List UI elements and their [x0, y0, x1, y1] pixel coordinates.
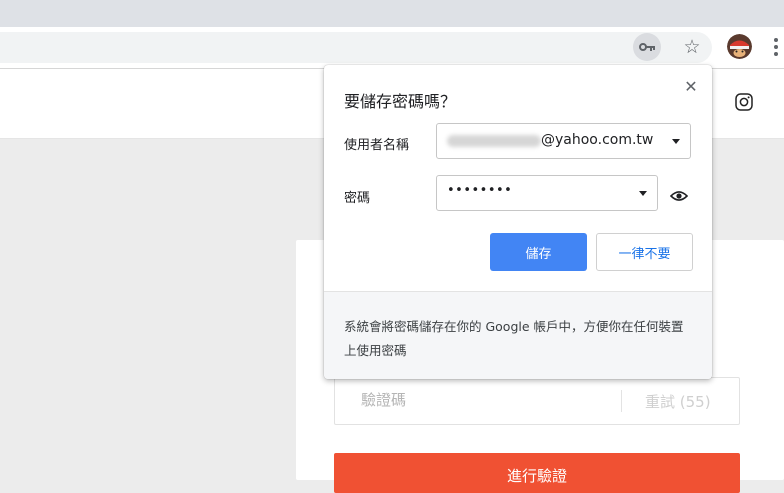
dialog-title: 要儲存密碼嗎？	[344, 92, 457, 111]
divider	[621, 390, 622, 412]
show-password-eye-icon[interactable]	[668, 185, 690, 207]
redacted-username	[447, 135, 541, 147]
footer-text: 系統會將密碼儲存在你的 Google 帳戶中，方便你在任何裝置上使用密碼	[344, 319, 684, 358]
retry-button[interactable]: 重試 (55)	[645, 391, 711, 412]
save-button[interactable]: 儲存	[490, 233, 587, 271]
save-password-dialog: 要儲存密碼嗎？ ✕ 使用者名稱 @yahoo.com.tw 密碼 •••••••…	[324, 65, 712, 379]
browser-toolbar: ☆	[0, 27, 784, 69]
never-button[interactable]: 一律不要	[596, 233, 693, 271]
chevron-down-icon	[639, 191, 647, 196]
username-label: 使用者名稱	[344, 138, 410, 153]
password-label: 密碼	[344, 191, 371, 206]
tab-strip	[0, 0, 784, 27]
address-bar[interactable]	[0, 32, 712, 63]
verify-button[interactable]: 進行驗證	[334, 453, 740, 493]
verification-code-input[interactable]	[361, 391, 611, 409]
username-select[interactable]: @yahoo.com.tw	[436, 123, 691, 159]
profile-avatar[interactable]	[727, 34, 752, 59]
password-key-icon[interactable]	[633, 33, 661, 61]
verification-code-box: 重試 (55)	[334, 377, 740, 425]
bookmark-star-icon[interactable]: ☆	[679, 33, 705, 61]
password-value: ••••••••	[447, 183, 513, 198]
dialog-footer: 系統會將密碼儲存在你的 Google 帳戶中，方便你在任何裝置上使用密碼	[324, 291, 712, 379]
instagram-icon[interactable]	[735, 93, 753, 111]
close-icon[interactable]: ✕	[680, 75, 702, 97]
browser-menu-icon[interactable]	[768, 34, 784, 60]
chevron-down-icon	[672, 139, 680, 144]
password-select[interactable]: ••••••••	[436, 175, 658, 211]
username-value: @yahoo.com.tw	[541, 132, 654, 148]
